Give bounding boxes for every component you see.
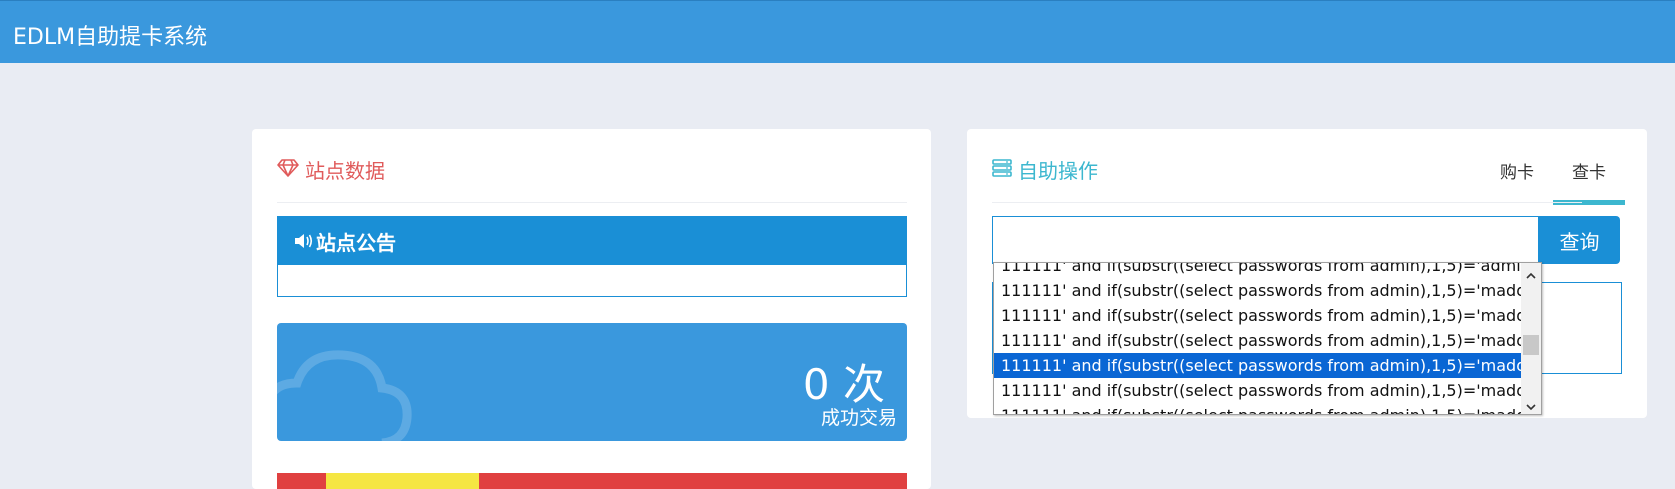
autocomplete-item[interactable]: 111111' and if(substr((select passwords … [994,403,1522,414]
site-data-title: 站点数据 [305,159,385,183]
app-title[interactable]: EDLM自助提卡系统 [13,19,207,51]
search-row: 查询 [992,216,1622,264]
autocomplete-item[interactable]: 111111' and if(substr((select passwords … [994,278,1522,303]
cloud-icon [277,343,417,441]
divider [992,202,1582,203]
site-data-heading: 站点数据 [277,155,385,184]
diamond-icon [277,158,299,182]
self-service-heading: 自助操作 [992,155,1098,184]
autocomplete-item[interactable]: 111111' and if(substr((select passwords … [994,328,1522,353]
autocomplete-item[interactable]: 111111' and if(substr((select passwords … [994,353,1522,378]
progress-segment-red [277,473,326,489]
chevron-up-icon[interactable] [1525,267,1537,279]
chevron-down-icon[interactable] [1525,398,1537,411]
autocomplete-item[interactable]: 111111' and if(substr((select passwords … [994,378,1522,403]
tab-bar: 购卡 查卡 [1481,129,1625,205]
progress-segment-yellow [326,473,479,489]
progress-bar [277,473,907,489]
dropdown-scrollbar[interactable] [1521,263,1541,414]
site-notice-title: 站点公告 [316,230,396,255]
site-notice-header: 站点公告 [278,217,906,265]
top-navbar: EDLM自助提卡系统 [0,0,1675,63]
tab-query-card[interactable]: 查卡 [1553,129,1625,205]
autocomplete-list: 111111' and if(substr((select passwords … [994,263,1522,414]
autocomplete-dropdown[interactable]: 111111' and if(substr((select passwords … [993,262,1542,415]
autocomplete-item[interactable]: 111111' and if(substr((select passwords … [994,263,1522,278]
scrollbar-thumb[interactable] [1523,335,1539,355]
card-query-input[interactable] [992,216,1539,264]
progress-segment-red-2 [479,473,907,489]
autocomplete-item[interactable]: 111111' and if(substr((select passwords … [994,303,1522,328]
query-button[interactable]: 查询 [1539,216,1620,264]
site-data-card: 站点数据 站点公告 0 次 成功交易 [252,129,931,489]
server-icon [992,158,1012,182]
site-notice-panel: 站点公告 [277,216,907,297]
divider [277,202,907,203]
speaker-icon [294,232,314,250]
self-service-title: 自助操作 [1018,159,1098,183]
success-label: 成功交易 [820,407,897,429]
tab-buy-card[interactable]: 购卡 [1481,129,1553,205]
transaction-stat-panel: 0 次 成功交易 [277,323,907,441]
